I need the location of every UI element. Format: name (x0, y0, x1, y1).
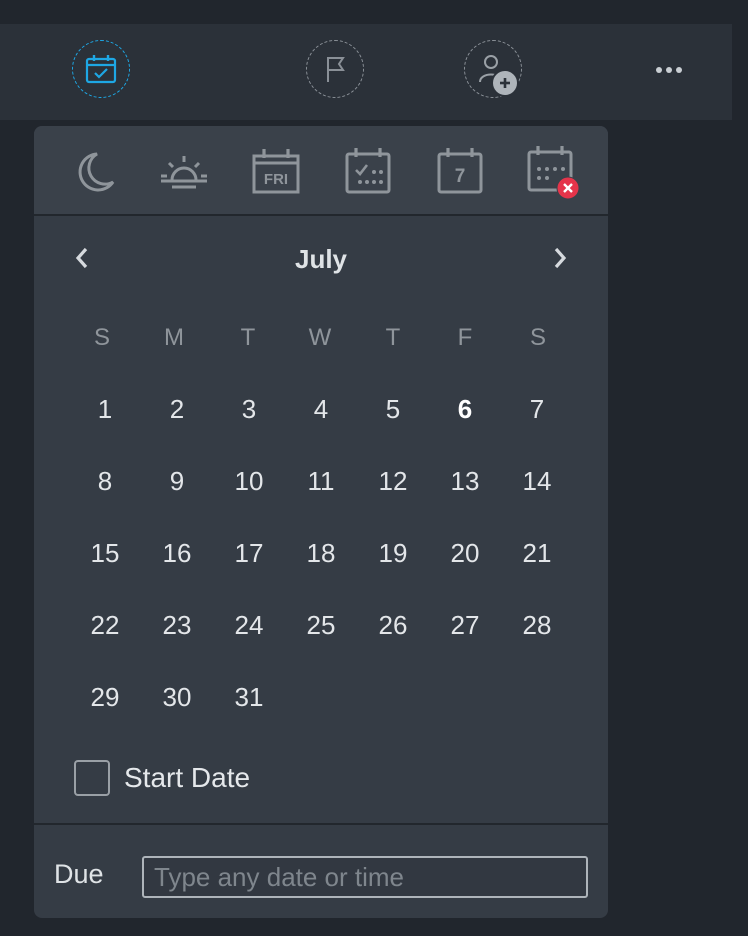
calendar-7-icon: 7 (437, 148, 483, 194)
date-picker-popup: FRI 7 July S M T W T F S 1 2 3 4 5 6 7 8… (34, 126, 608, 918)
calendar-day[interactable]: 22 (75, 605, 135, 645)
next-month-button[interactable] (546, 244, 574, 272)
due-label: Due (54, 859, 104, 889)
quick-date-tomorrow[interactable] (156, 144, 212, 200)
more-options-button[interactable] (656, 67, 682, 73)
calendar-day[interactable]: 24 (219, 605, 279, 645)
calendar-day[interactable]: 10 (219, 461, 279, 501)
calendar-fri-icon: FRI (252, 149, 300, 194)
calendar-day-today[interactable]: 6 (435, 389, 495, 429)
moon-icon (78, 152, 115, 192)
weekday-label: W (308, 324, 332, 351)
svg-text:7: 7 (455, 166, 466, 187)
divider (34, 823, 608, 825)
calendar-day[interactable]: 4 (291, 389, 351, 429)
calendar-day[interactable]: 21 (507, 533, 567, 573)
calendar-day[interactable]: 31 (219, 677, 279, 717)
weekday-label: F (457, 324, 473, 351)
calendar-day[interactable]: 18 (291, 533, 351, 573)
quick-date-remove[interactable] (524, 144, 580, 200)
calendar-day[interactable]: 8 (75, 461, 135, 501)
quick-date-weekend[interactable] (340, 144, 396, 200)
weekday-label: M (164, 324, 184, 351)
calendar-weekend-icon (345, 148, 391, 194)
calendar-day[interactable]: 7 (507, 389, 567, 429)
start-date-toggle[interactable]: Start Date (74, 758, 250, 798)
svg-text:FRI: FRI (264, 171, 288, 188)
assign-button[interactable] (464, 40, 522, 98)
start-date-checkbox[interactable] (74, 760, 110, 796)
weekday-label: S (529, 324, 546, 351)
quick-date-friday[interactable]: FRI (248, 144, 304, 200)
quick-date-tonight[interactable] (65, 144, 121, 200)
calendar-day[interactable]: 1 (75, 389, 135, 429)
calendar-day[interactable]: 12 (363, 461, 423, 501)
calendar-day[interactable]: 27 (435, 605, 495, 645)
chevron-right-icon (554, 247, 567, 269)
calendar-day[interactable]: 26 (363, 605, 423, 645)
task-toolbar (0, 24, 732, 120)
more-icon (656, 67, 682, 73)
month-title: July (294, 244, 348, 274)
weekday-label: T (385, 324, 401, 351)
sunrise-icon (161, 156, 207, 189)
calendar-remove-icon (527, 146, 580, 200)
calendar-day[interactable]: 19 (363, 533, 423, 573)
calendar-day[interactable]: 14 (507, 461, 567, 501)
flag-icon (327, 57, 345, 82)
calendar-day[interactable]: 15 (75, 533, 135, 573)
calendar-day[interactable]: 20 (435, 533, 495, 573)
calendar-day[interactable]: 29 (75, 677, 135, 717)
calendar-day[interactable]: 9 (147, 461, 207, 501)
calendar-day[interactable]: 3 (219, 389, 279, 429)
calendar-day[interactable]: 16 (147, 533, 207, 573)
calendar-day[interactable]: 13 (435, 461, 495, 501)
quick-date-options: FRI 7 (34, 126, 608, 216)
due-date-button[interactable] (72, 40, 130, 98)
weekday-label: S (93, 324, 110, 351)
priority-flag-button[interactable] (306, 40, 364, 98)
month-navigation: July (34, 238, 608, 278)
quick-date-next-week[interactable]: 7 (432, 144, 488, 200)
calendar-day[interactable]: 2 (147, 389, 207, 429)
calendar-day[interactable]: 23 (147, 605, 207, 645)
start-date-label: Start Date (124, 762, 251, 793)
weekday-label: T (240, 324, 256, 351)
plus-badge-icon (491, 69, 519, 97)
calendar-day[interactable]: 17 (219, 533, 279, 573)
calendar-day[interactable]: 5 (363, 389, 423, 429)
calendar-day[interactable]: 30 (147, 677, 207, 717)
calendar-day[interactable]: 28 (507, 605, 567, 645)
calendar-day[interactable]: 11 (291, 461, 351, 501)
calendar-check-icon (85, 55, 117, 84)
calendar-day[interactable]: 25 (291, 605, 351, 645)
due-date-input[interactable] (142, 856, 588, 898)
